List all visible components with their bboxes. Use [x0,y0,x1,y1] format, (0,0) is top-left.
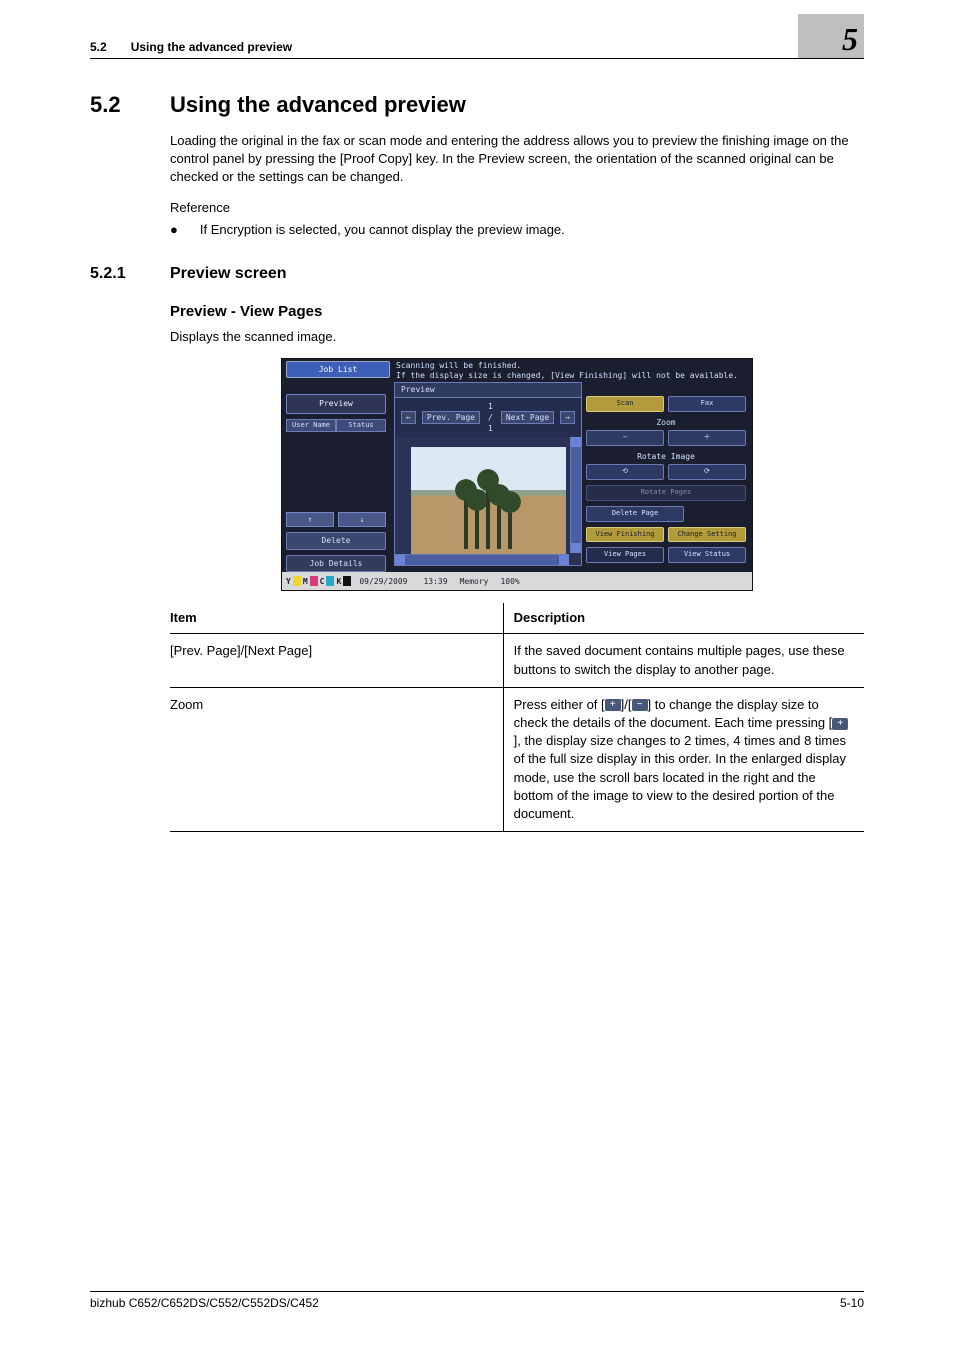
scan-button[interactable]: Scan [586,396,664,412]
next-page-button[interactable]: Next Page [501,411,554,424]
subsection-heading: 5.2.1Preview screen [90,265,864,283]
description-table: Item Description [Prev. Page]/[Next Page… [170,603,864,832]
move-down-button[interactable]: ↓ [338,512,386,527]
delete-button[interactable]: Delete [286,532,386,549]
lcd-message-line1: Scanning will be finished. [396,361,738,371]
reference-item: ● If Encryption is selected, you cannot d… [170,221,864,239]
table-row: Zoom Press either of [+]/[−] to change t… [170,687,864,831]
toner-k-label: K [336,576,341,587]
footer-page-number: 5-10 [840,1296,864,1310]
fax-button[interactable]: Fax [668,396,746,412]
view-finishing-button[interactable]: View Finishing [586,527,664,543]
rotate-pages-button: Rotate Pages [586,485,746,501]
preview-image [411,447,566,555]
subsection-number: 5.2.1 [90,265,170,283]
screenshot-figure: Job List Scanning will be finished. If t… [170,358,864,591]
zoom-out-icon: − [632,699,648,711]
job-list-button[interactable]: Job List [286,361,390,378]
next-arrow-icon[interactable]: → [560,411,575,424]
lcd-message: Scanning will be finished. If the displa… [390,361,738,380]
preview-viewport [394,437,582,566]
zoom-label: Zoom [586,417,746,428]
reference-label: Reference [170,199,864,217]
section-heading: 5.2Using the advanced preview [90,92,864,118]
view-status-button[interactable]: View Status [668,547,746,563]
rotate-left-button[interactable]: ⟲ [586,464,664,480]
lcd-panel: Job List Scanning will be finished. If t… [281,358,753,591]
table-header-description: Description [503,603,864,634]
running-section-number: 5.2 [90,40,107,54]
chapter-number-badge: 5 [798,14,864,58]
status-date: 09/29/2009 [359,576,407,587]
section-number: 5.2 [90,92,170,118]
intro-paragraph: Loading the original in the fax or scan … [170,132,864,187]
table-cell-item: Zoom [170,687,503,831]
move-up-button[interactable]: ↑ [286,512,334,527]
page-footer: bizhub C652/C652DS/C552/C552DS/C452 5-10 [90,1291,864,1310]
user-name-tab[interactable]: User Name [286,419,336,433]
view-pages-button[interactable]: View Pages [586,547,664,563]
reference-text: If Encryption is selected, you cannot di… [200,221,565,239]
zoom-in-icon: + [832,718,848,730]
prev-arrow-icon[interactable]: ← [401,411,416,424]
memory-label: Memory [460,576,489,587]
zoom-in-icon: + [605,699,621,711]
status-time: 13:39 [423,576,447,587]
preview-tab[interactable]: Preview [394,382,582,397]
preview-view-pages-caption: Displays the scanned image. [170,328,864,346]
rotate-image-label: Rotate Image [586,451,746,462]
table-header-item: Item [170,603,503,634]
bullet-icon: ● [170,221,178,239]
page-counter: 1 / 1 [486,401,495,435]
section-title: Using the advanced preview [170,92,466,117]
lcd-message-line2: If the display size is changed, [View Fi… [396,371,738,381]
zoom-in-button[interactable]: ＋ [668,430,746,446]
prev-page-button[interactable]: Prev. Page [422,411,480,424]
toner-c-label: C [320,576,325,587]
running-head: 5.2 Using the advanced preview [90,40,864,59]
change-setting-button[interactable]: Change Setting [668,527,746,543]
table-row: [Prev. Page]/[Next Page] If the saved do… [170,634,864,687]
table-cell-item: [Prev. Page]/[Next Page] [170,634,503,687]
toner-indicator: Y M C K [286,576,351,587]
table-cell-description: If the saved document contains multiple … [503,634,864,687]
job-details-button[interactable]: Job Details [286,555,386,572]
status-tab[interactable]: Status [336,419,386,433]
horizontal-scrollbar[interactable] [395,554,569,565]
delete-page-button[interactable]: Delete Page [586,506,684,522]
rotate-right-button[interactable]: ⟳ [668,464,746,480]
memory-value: 100% [500,576,519,587]
reference-list: ● If Encryption is selected, you cannot d… [170,221,864,239]
toner-y-label: Y [286,576,291,587]
zoom-out-button[interactable]: − [586,430,664,446]
table-cell-description: Press either of [+]/[−] to change the di… [503,687,864,831]
subsection-title: Preview screen [170,265,287,282]
preview-side-button[interactable]: Preview [286,394,386,413]
footer-product: bizhub C652/C652DS/C552/C552DS/C452 [90,1296,319,1310]
running-section-title: Using the advanced preview [131,40,292,54]
preview-view-pages-heading: Preview - View Pages [170,301,864,322]
vertical-scrollbar[interactable] [570,437,581,553]
toner-m-label: M [303,576,308,587]
